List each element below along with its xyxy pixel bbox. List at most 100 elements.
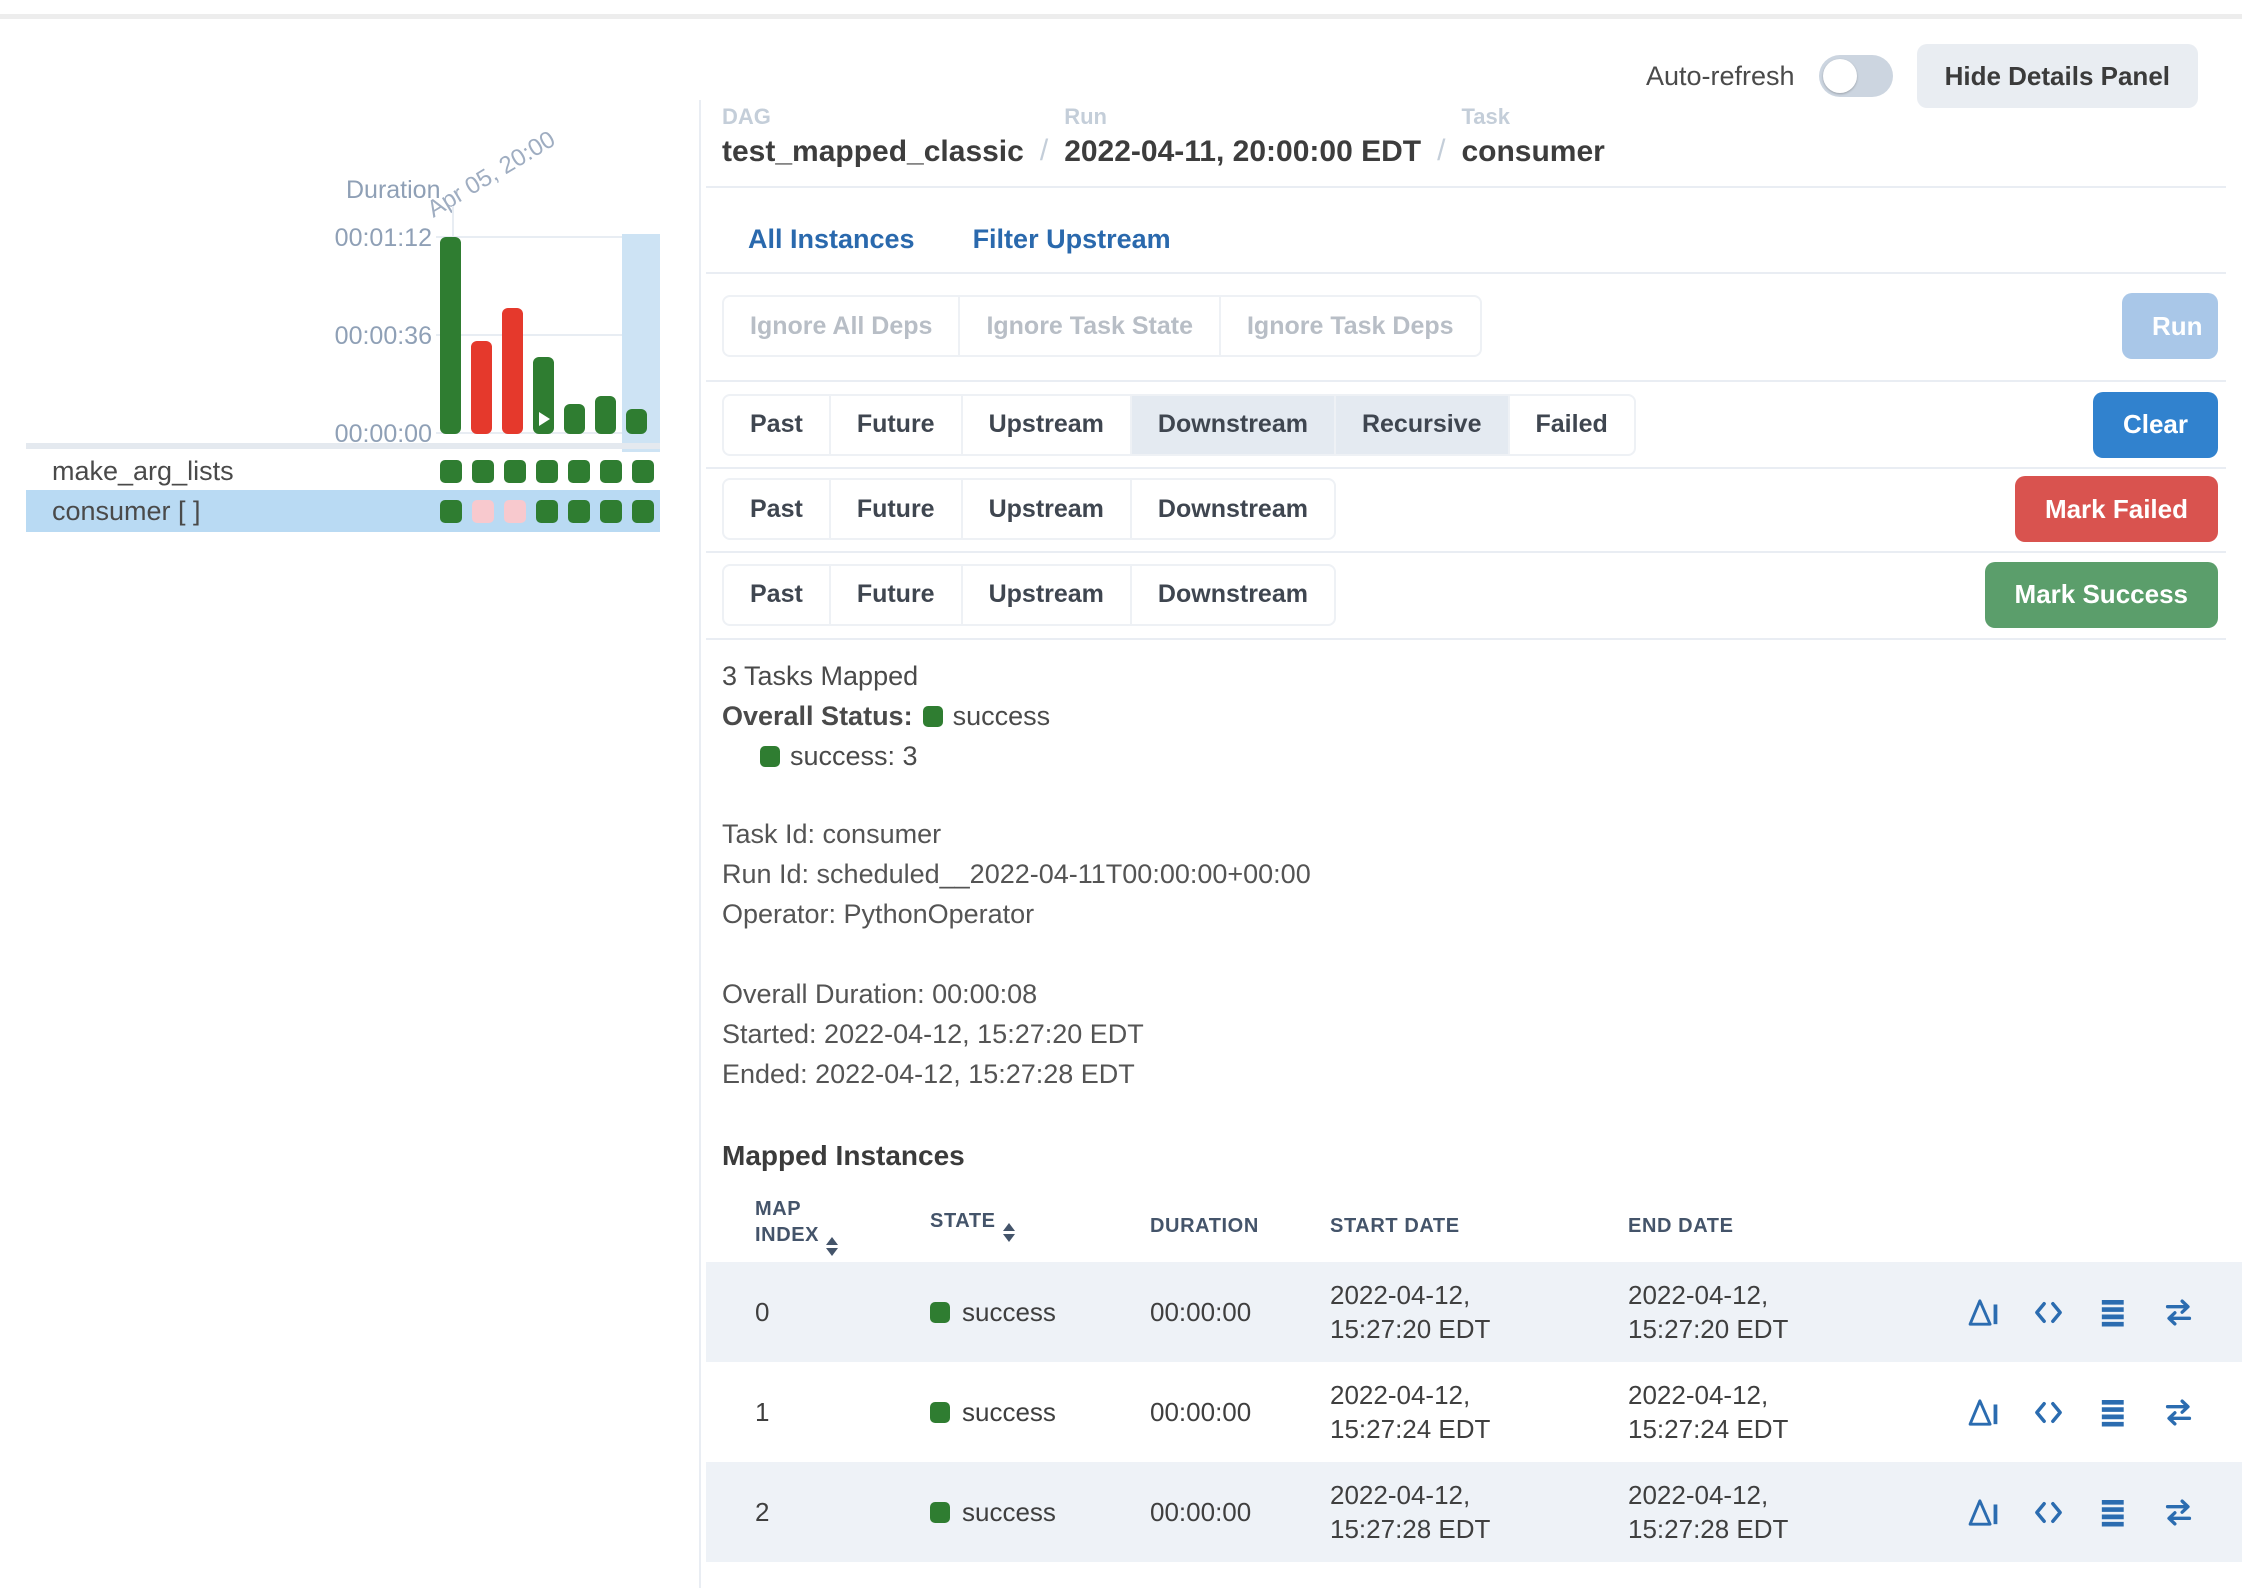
run-action-row: Ignore All Deps Ignore Task State Ignore… (722, 272, 2218, 380)
task-name[interactable]: make_arg_lists (26, 456, 234, 487)
task-instance-square[interactable] (568, 500, 590, 523)
task-instance-square[interactable] (632, 460, 654, 483)
log-icon[interactable] (2096, 1495, 2131, 1530)
status-block: 3 Tasks Mapped Overall Status: success s… (722, 656, 1050, 776)
play-icon (539, 412, 550, 426)
duration-bar[interactable] (440, 237, 461, 434)
row-actions (1928, 1295, 2242, 1330)
upstream-button[interactable]: Upstream (961, 394, 1132, 456)
table-header-row: MAP INDEX STATE DURATION START DATE END … (706, 1190, 2242, 1262)
timing-info-block: Overall Duration: 00:00:08 Started: 2022… (722, 974, 1144, 1094)
task-instance-square[interactable] (440, 460, 462, 483)
column-header-state[interactable]: STATE (930, 1210, 1150, 1242)
table-row[interactable]: 2 success 00:00:00 2022-04-12, 15:27:28 … (706, 1462, 2242, 1562)
y-tick: 00:01:12 (300, 224, 432, 253)
clear-options-group: Past Future Upstream Downstream Recursiv… (722, 394, 1636, 456)
task-instance-square[interactable] (504, 500, 526, 523)
task-name[interactable]: consumer [ ] (26, 496, 201, 527)
past-button[interactable]: Past (722, 478, 831, 540)
log-icon[interactable] (2096, 1295, 2131, 1330)
duration-bar[interactable] (471, 341, 492, 434)
tab-filter-upstream[interactable]: Filter Upstream (973, 224, 1171, 255)
hide-details-panel-button[interactable]: Hide Details Panel (1917, 44, 2198, 108)
downstream-button[interactable]: Downstream (1130, 564, 1336, 626)
filter-upstream-icon[interactable] (2161, 1395, 2196, 1430)
details-icon[interactable] (1966, 1495, 2001, 1530)
task-instance-square[interactable] (472, 500, 494, 523)
duration-bar[interactable] (595, 396, 616, 434)
log-icon[interactable] (2096, 1395, 2131, 1430)
recursive-button[interactable]: Recursive (1334, 394, 1510, 456)
run-button[interactable]: Run (2122, 293, 2218, 359)
ignore-task-deps-button[interactable]: Ignore Task Deps (1219, 295, 1482, 357)
mark-success-button[interactable]: Mark Success (1985, 562, 2218, 628)
duration-bar[interactable] (626, 409, 647, 434)
task-instance-square[interactable] (440, 500, 462, 523)
task-instance-square[interactable] (632, 500, 654, 523)
header-controls: Auto-refresh Hide Details Panel (1646, 44, 2198, 108)
task-instance-square[interactable] (600, 460, 622, 483)
task-instance-square[interactable] (472, 460, 494, 483)
ignore-task-state-button[interactable]: Ignore Task State (958, 295, 1221, 357)
breadcrumb-task[interactable]: Task consumer (1461, 104, 1604, 169)
breadcrumb-run[interactable]: Run 2022-04-11, 20:00:00 EDT (1064, 104, 1421, 169)
future-button[interactable]: Future (829, 478, 963, 540)
task-instance-square[interactable] (504, 460, 526, 483)
failed-button[interactable]: Failed (1508, 394, 1636, 456)
table-row[interactable]: 0 success 00:00:00 2022-04-12, 15:27:20 … (706, 1262, 2242, 1362)
upstream-button[interactable]: Upstream (961, 564, 1132, 626)
task-instance-square[interactable] (568, 460, 590, 483)
filter-upstream-icon[interactable] (2161, 1495, 2196, 1530)
x-axis-tick (452, 206, 454, 236)
downstream-button[interactable]: Downstream (1130, 478, 1336, 540)
task-instance-square[interactable] (600, 500, 622, 523)
code-icon[interactable] (2031, 1495, 2066, 1530)
details-icon[interactable] (1966, 1295, 2001, 1330)
code-icon[interactable] (2031, 1395, 2066, 1430)
task-info-block: Task Id: consumer Run Id: scheduled__202… (722, 814, 1311, 934)
auto-refresh-label: Auto-refresh (1646, 61, 1795, 92)
duration-bar[interactable] (564, 404, 585, 434)
run-column-label: Apr 05, 20:00 (423, 126, 561, 224)
downstream-button[interactable]: Downstream (1130, 394, 1336, 456)
panel-divider (699, 100, 701, 1588)
code-icon[interactable] (2031, 1295, 2066, 1330)
tab-all-instances[interactable]: All Instances (748, 224, 915, 255)
mark-failed-button[interactable]: Mark Failed (2015, 476, 2218, 542)
start-date-cell: 2022-04-12, 15:27:28 EDT (1330, 1478, 1565, 1546)
end-date-cell: 2022-04-12, 15:27:20 EDT (1628, 1278, 1863, 1346)
upstream-button[interactable]: Upstream (961, 478, 1132, 540)
operator-line: Operator: PythonOperator (722, 894, 1311, 934)
past-button[interactable]: Past (722, 394, 831, 456)
task-instance-squares (440, 460, 654, 483)
ended-line: Ended: 2022-04-12, 15:27:28 EDT (722, 1054, 1144, 1094)
future-button[interactable]: Future (829, 394, 963, 456)
ignore-all-deps-button[interactable]: Ignore All Deps (722, 295, 960, 357)
task-row-make-arg-lists[interactable]: make_arg_lists (26, 452, 660, 490)
start-date-cell: 2022-04-12, 15:27:20 EDT (1330, 1278, 1565, 1346)
duration-bar[interactable] (533, 357, 554, 434)
breadcrumb-dag[interactable]: DAG test_mapped_classic (722, 104, 1024, 169)
filter-upstream-icon[interactable] (2161, 1295, 2196, 1330)
success-status-square (930, 1302, 950, 1323)
auto-refresh-toggle[interactable] (1819, 55, 1893, 97)
clear-action-row: Past Future Upstream Downstream Recursiv… (722, 382, 2218, 467)
past-button[interactable]: Past (722, 564, 831, 626)
map-index-cell: 1 (755, 1397, 930, 1428)
divider (706, 638, 2226, 640)
task-instance-square[interactable] (536, 500, 558, 523)
task-row-consumer[interactable]: consumer [ ] (26, 490, 660, 532)
overall-duration-line: Overall Duration: 00:00:08 (722, 974, 1144, 1014)
column-header-map-index[interactable]: MAP INDEX (755, 1196, 865, 1256)
toggle-knob (1823, 59, 1857, 93)
future-button[interactable]: Future (829, 564, 963, 626)
success-status-square (930, 1502, 950, 1523)
details-icon[interactable] (1966, 1395, 2001, 1430)
table-row[interactable]: 1 success 00:00:00 2022-04-12, 15:27:24 … (706, 1362, 2242, 1462)
duration-cell: 00:00:00 (1150, 1397, 1330, 1428)
duration-bar[interactable] (502, 308, 523, 434)
row-actions (1928, 1395, 2242, 1430)
mark-success-action-row: Past Future Upstream Downstream Mark Suc… (722, 551, 2218, 638)
clear-button[interactable]: Clear (2093, 392, 2218, 458)
task-instance-square[interactable] (536, 460, 558, 483)
